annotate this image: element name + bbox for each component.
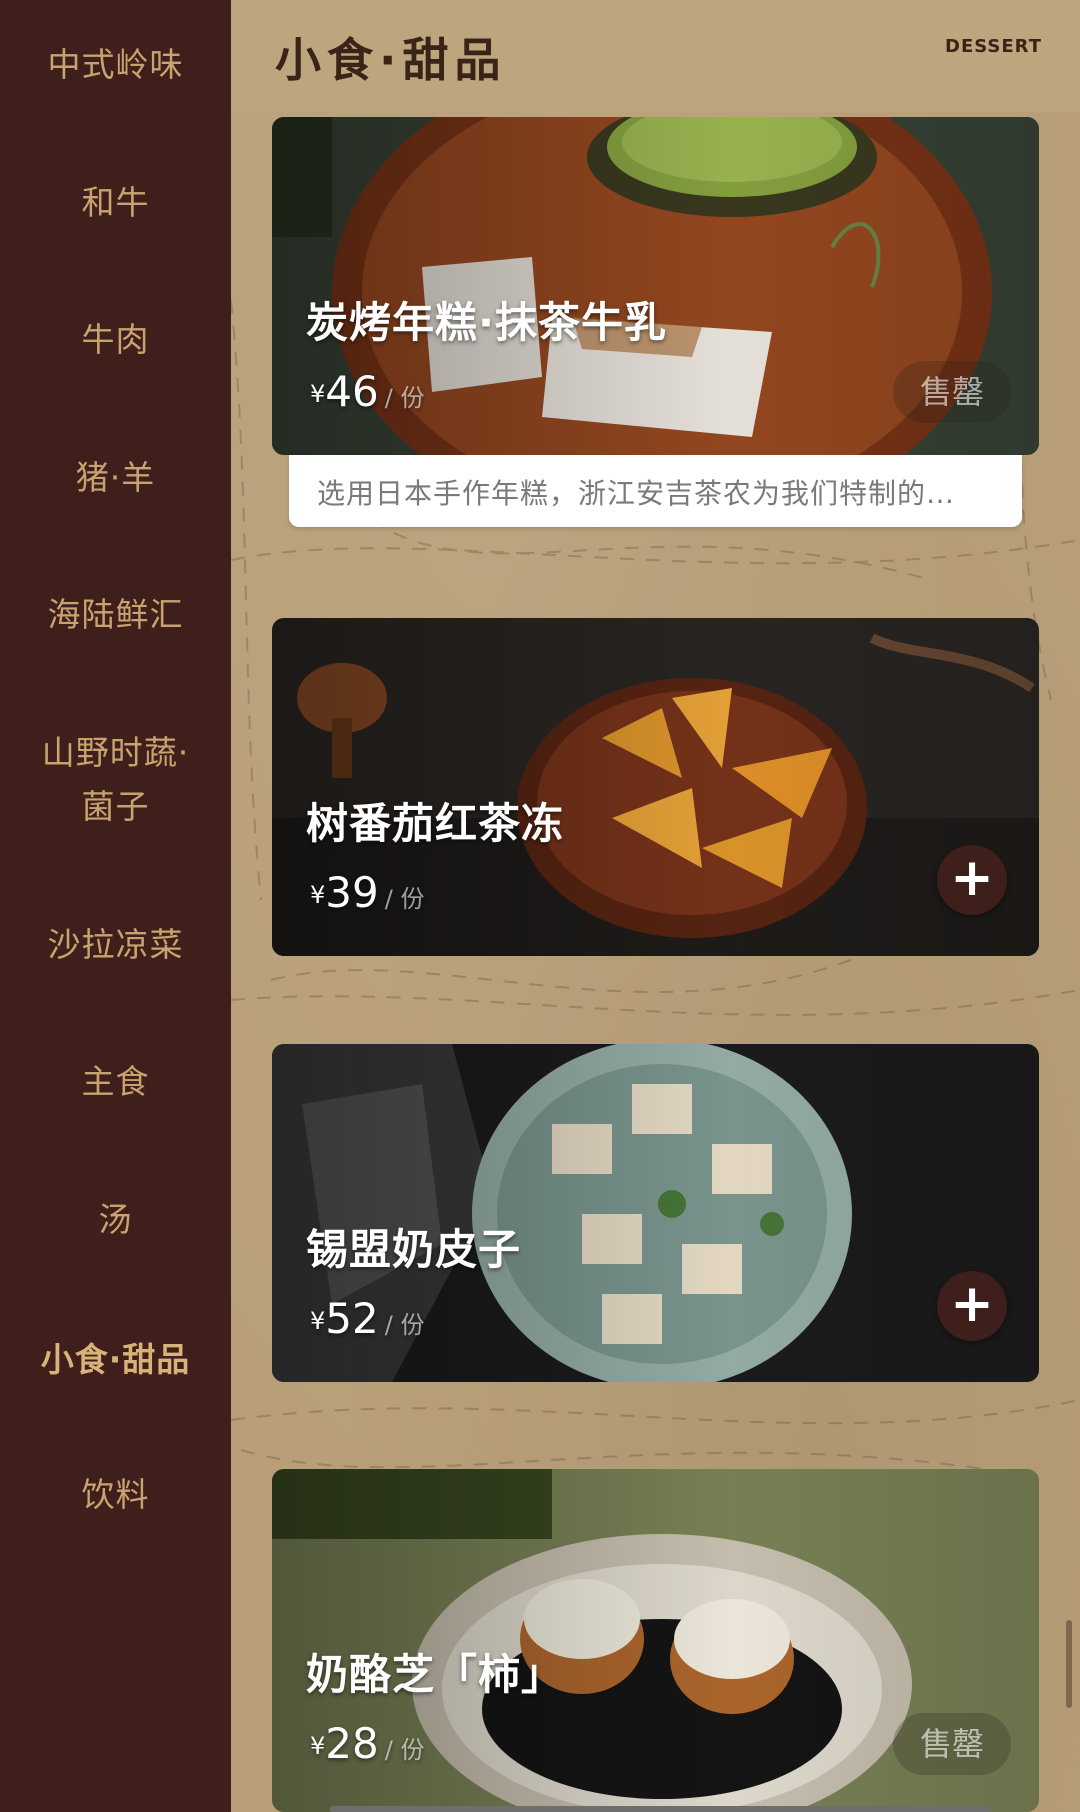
sidebar-item-salad[interactable]: 沙拉凉菜	[0, 918, 231, 972]
dish-card-tomato-jelly[interactable]: 树番茄红茶冻 ¥39/ 份 +	[272, 618, 1039, 956]
dish-name: 炭烤年糕·抹茶牛乳	[306, 298, 667, 347]
sidebar-item-vegetables-line2: 菌子	[81, 787, 150, 826]
dish-card-cheese-persimmon[interactable]: 奶酪芝「柿」 ¥28/ 份 售罄	[272, 1469, 1039, 1812]
dish-description: 选用日本手作年糕，浙江安吉茶农为我们特制的…	[317, 477, 956, 510]
price-unit: / 份	[384, 885, 425, 913]
add-to-cart-button[interactable]: +	[937, 845, 1007, 915]
add-to-cart-button[interactable]: +	[937, 1271, 1007, 1341]
scrollbar[interactable]	[1066, 1620, 1072, 1708]
sidebar-item-beef[interactable]: 牛肉	[0, 313, 231, 367]
dish-price: ¥39/ 份	[310, 868, 424, 917]
dish-card-milk-skin[interactable]: 锡盟奶皮子 ¥52/ 份 +	[272, 1044, 1039, 1382]
dish-card-nian-gao[interactable]: 炭烤年糕·抹茶牛乳 ¥46/ 份 售罄	[272, 117, 1039, 455]
dish-name: 锡盟奶皮子	[306, 1225, 522, 1274]
sidebar-item-pork-lamb[interactable]: 猪·羊	[0, 451, 231, 505]
currency-symbol: ¥	[310, 380, 326, 408]
sidebar-item-soup[interactable]: 汤	[0, 1193, 231, 1247]
price-unit: / 份	[384, 1736, 425, 1764]
price-value: 39	[325, 868, 379, 917]
home-indicator	[330, 1806, 990, 1812]
dish-price: ¥52/ 份	[310, 1294, 424, 1343]
sidebar-item-vegetables[interactable]: 山野时蔬· 菌子	[0, 726, 231, 834]
category-sidebar: 中式岭味 和牛 牛肉 猪·羊 海陆鲜汇 山野时蔬· 菌子 沙拉凉菜 主食 汤 小…	[0, 0, 231, 1812]
price-value: 28	[325, 1719, 379, 1768]
price-value: 52	[325, 1294, 379, 1343]
page-title: 小食·甜品	[275, 33, 507, 87]
category-header: 小食·甜品 DESSERT	[231, 0, 1080, 112]
dish-price: ¥28/ 份	[310, 1719, 424, 1768]
currency-symbol: ¥	[310, 881, 326, 909]
sidebar-item-wagyu[interactable]: 和牛	[0, 176, 231, 230]
price-unit: / 份	[384, 1311, 425, 1339]
dish-description-box[interactable]: 选用日本手作年糕，浙江安吉茶农为我们特制的…	[289, 455, 1022, 527]
dish-name: 奶酪芝「柿」	[306, 1650, 565, 1699]
sidebar-item-snacks-desserts[interactable]: 小食·甜品	[0, 1333, 231, 1387]
dish-price: ¥46/ 份	[310, 367, 424, 416]
sidebar-item-drinks[interactable]: 饮料	[0, 1468, 231, 1522]
sold-out-badge: 售罄	[893, 1713, 1011, 1775]
sidebar-item-seafood[interactable]: 海陆鲜汇	[0, 588, 231, 642]
sidebar-item-staple[interactable]: 主食	[0, 1055, 231, 1109]
price-value: 46	[325, 367, 379, 416]
sold-out-badge: 售罄	[893, 361, 1011, 423]
currency-symbol: ¥	[310, 1307, 326, 1335]
sidebar-item-chinese[interactable]: 中式岭味	[0, 38, 231, 92]
dish-name: 树番茄红茶冻	[306, 799, 565, 848]
page-subtitle: DESSERT	[945, 36, 1042, 57]
price-unit: / 份	[384, 384, 425, 412]
sidebar-item-vegetables-line1: 山野时蔬·	[41, 733, 190, 772]
currency-symbol: ¥	[310, 1732, 326, 1760]
dish-list[interactable]: 小食·甜品 DESSERT 选用日本手作年糕，浙江安吉茶农为我们特制的… 炭烤年…	[231, 0, 1080, 1812]
